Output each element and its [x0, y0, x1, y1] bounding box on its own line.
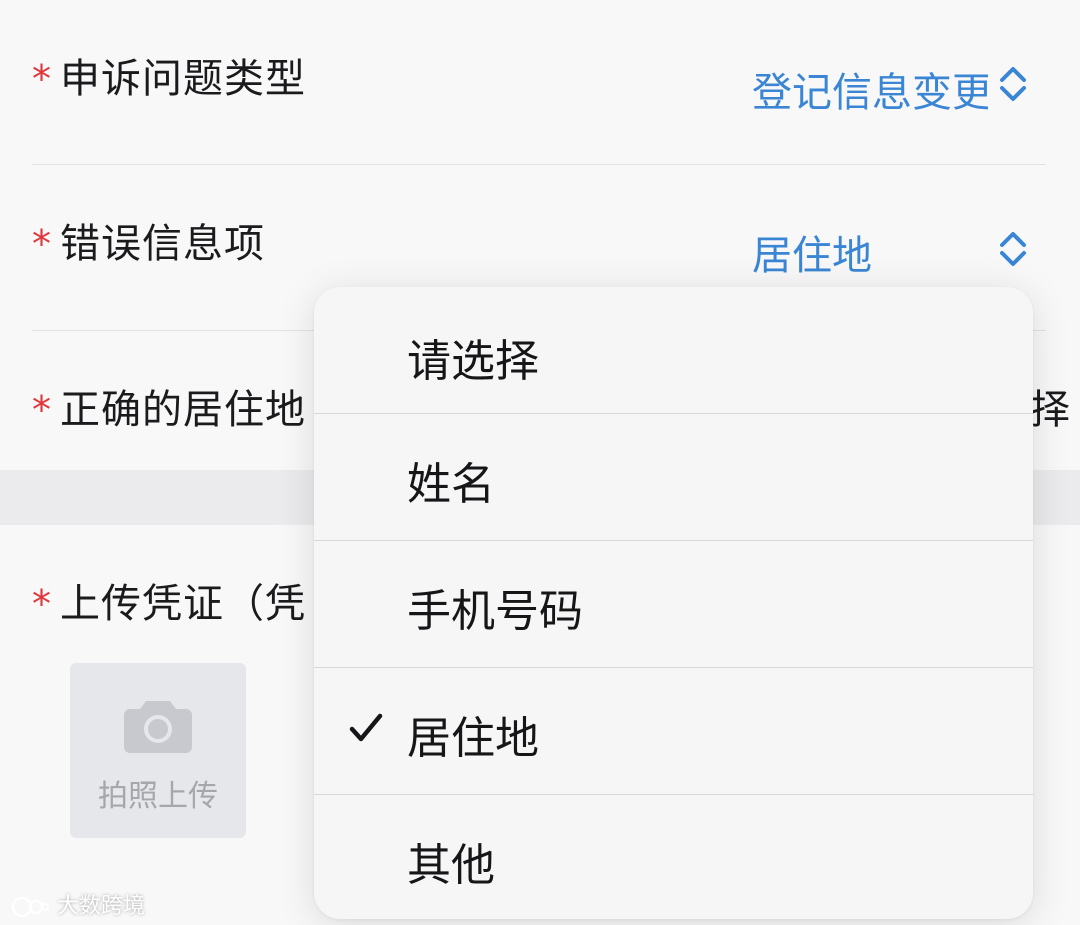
error-item-dropdown-menu: 请选择 姓名 手机号码 居住地 其他: [314, 287, 1033, 919]
complaint-type-row[interactable]: * 申诉问题类型 登记信息变更: [0, 0, 1080, 165]
upload-label: * 上传凭证（凭: [32, 581, 306, 627]
chevron-up-down-icon[interactable]: [998, 229, 1028, 269]
photo-upload-label: 拍照上传: [98, 779, 218, 814]
complaint-type-label: * 申诉问题类型: [32, 56, 306, 102]
correct-address-value-hint[interactable]: 择: [1030, 377, 1070, 435]
chevron-up-down-icon[interactable]: [998, 64, 1028, 104]
menu-item-name[interactable]: 姓名: [314, 414, 1033, 540]
required-mark: *: [32, 582, 52, 626]
watermark: 大数跨境: [10, 888, 145, 920]
camera-icon: [122, 697, 194, 755]
correct-address-label: * 正确的居住地: [32, 387, 306, 433]
checkmark-icon: [348, 710, 384, 746]
appeal-form-page: * 申诉问题类型 登记信息变更 * 错误信息项 居住地 * 正确的居住地 择 *…: [0, 0, 1080, 925]
required-mark: *: [32, 57, 52, 101]
error-item-value[interactable]: 居住地: [752, 223, 872, 281]
menu-item-address[interactable]: 居住地: [314, 668, 1033, 794]
required-mark: *: [32, 222, 52, 266]
error-item-label: * 错误信息项: [32, 221, 265, 267]
watermark-text: 大数跨境: [57, 894, 146, 919]
required-mark: *: [32, 388, 52, 432]
watermark-logo-icon: [10, 895, 50, 919]
complaint-type-value[interactable]: 登记信息变更: [752, 60, 988, 118]
menu-item-other[interactable]: 其他: [314, 795, 1033, 919]
menu-item-phone[interactable]: 手机号码: [314, 541, 1033, 667]
menu-item-please-select[interactable]: 请选择: [314, 287, 1033, 413]
photo-upload-button[interactable]: 拍照上传: [70, 663, 246, 838]
